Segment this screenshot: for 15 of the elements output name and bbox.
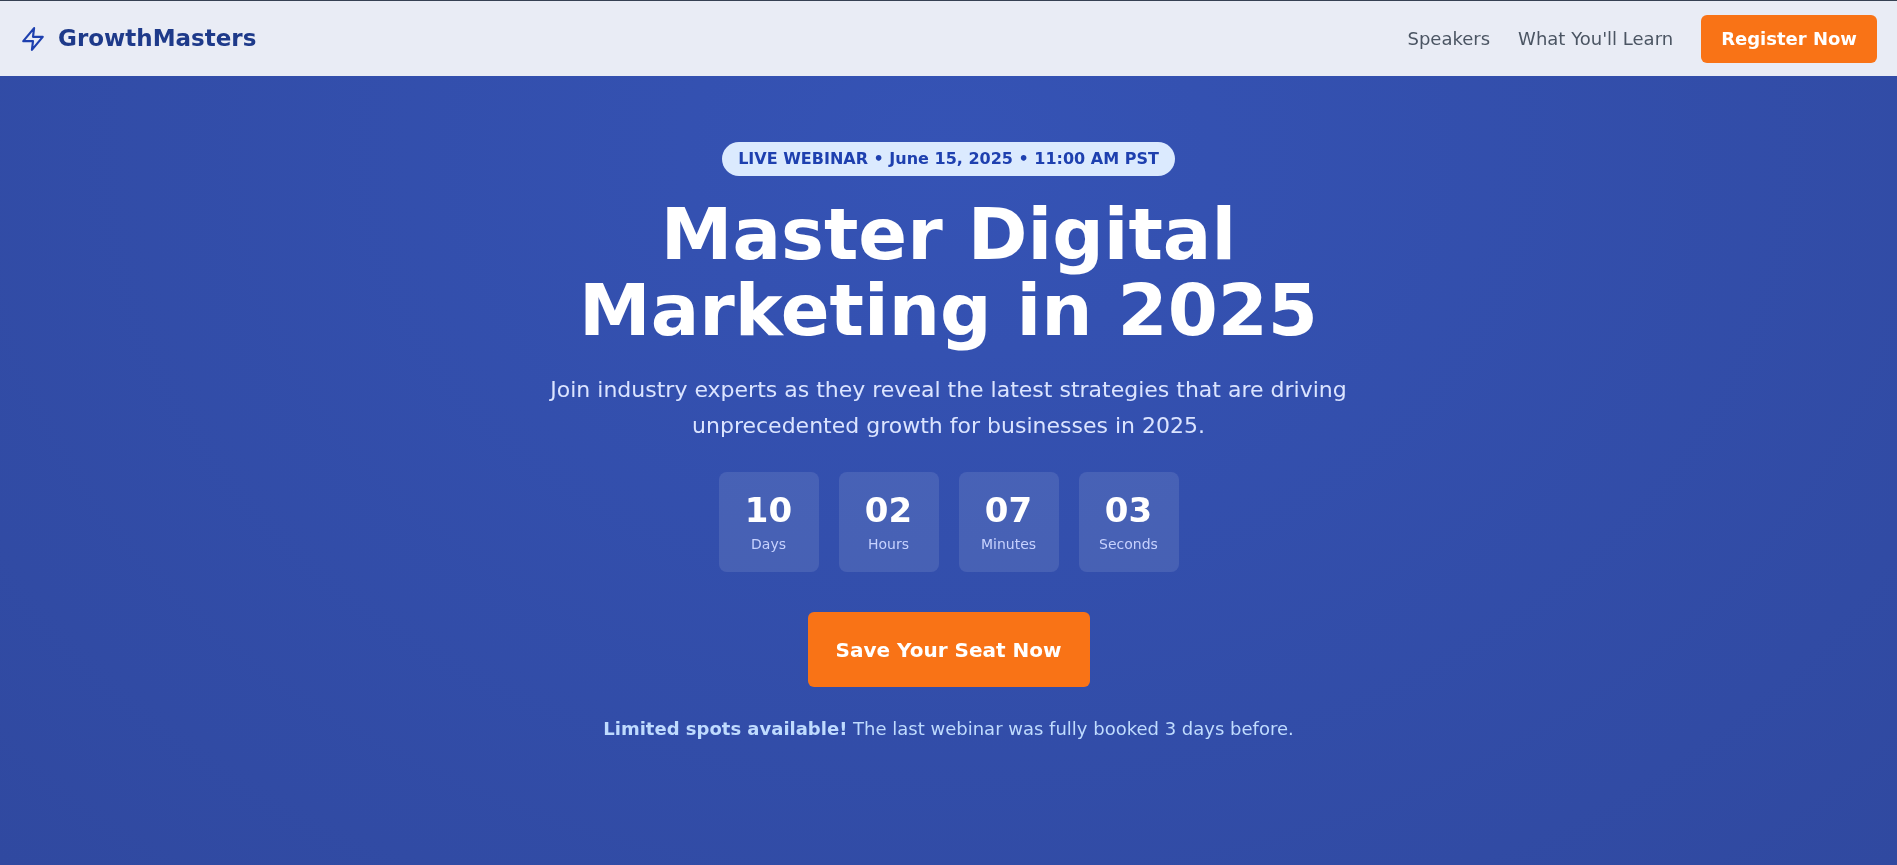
hero-subtitle: Join industry experts as they reveal the latest strategies that are driving unprecedented growth for businesses in 2025. — [548, 376, 1348, 440]
countdown-unit: Days — [751, 534, 786, 554]
countdown-unit: Minutes — [980, 534, 1037, 554]
lightning-bolt-icon — [20, 24, 46, 53]
nav-link[interactable]: What You'll Learn — [1518, 25, 1674, 52]
countdown-value: 02 — [864, 489, 913, 530]
event-badge: LIVE WEBINAR • June 15, 2025 • 11:00 AM PST — [722, 142, 1175, 176]
countdown-value: 10 — [744, 489, 793, 530]
countdown-value: 07 — [984, 489, 1033, 530]
countdown-unit: Hours — [868, 534, 909, 554]
brand-name: GrowthMasters — [58, 24, 257, 54]
countdown-unit: Seconds — [1099, 534, 1158, 554]
countdown-value: 03 — [1104, 489, 1153, 530]
availability-note: Limited spots available! The last webinar was fully booked 3 days before. — [603, 717, 1294, 741]
nav-link[interactable]: Speakers — [1407, 25, 1491, 52]
